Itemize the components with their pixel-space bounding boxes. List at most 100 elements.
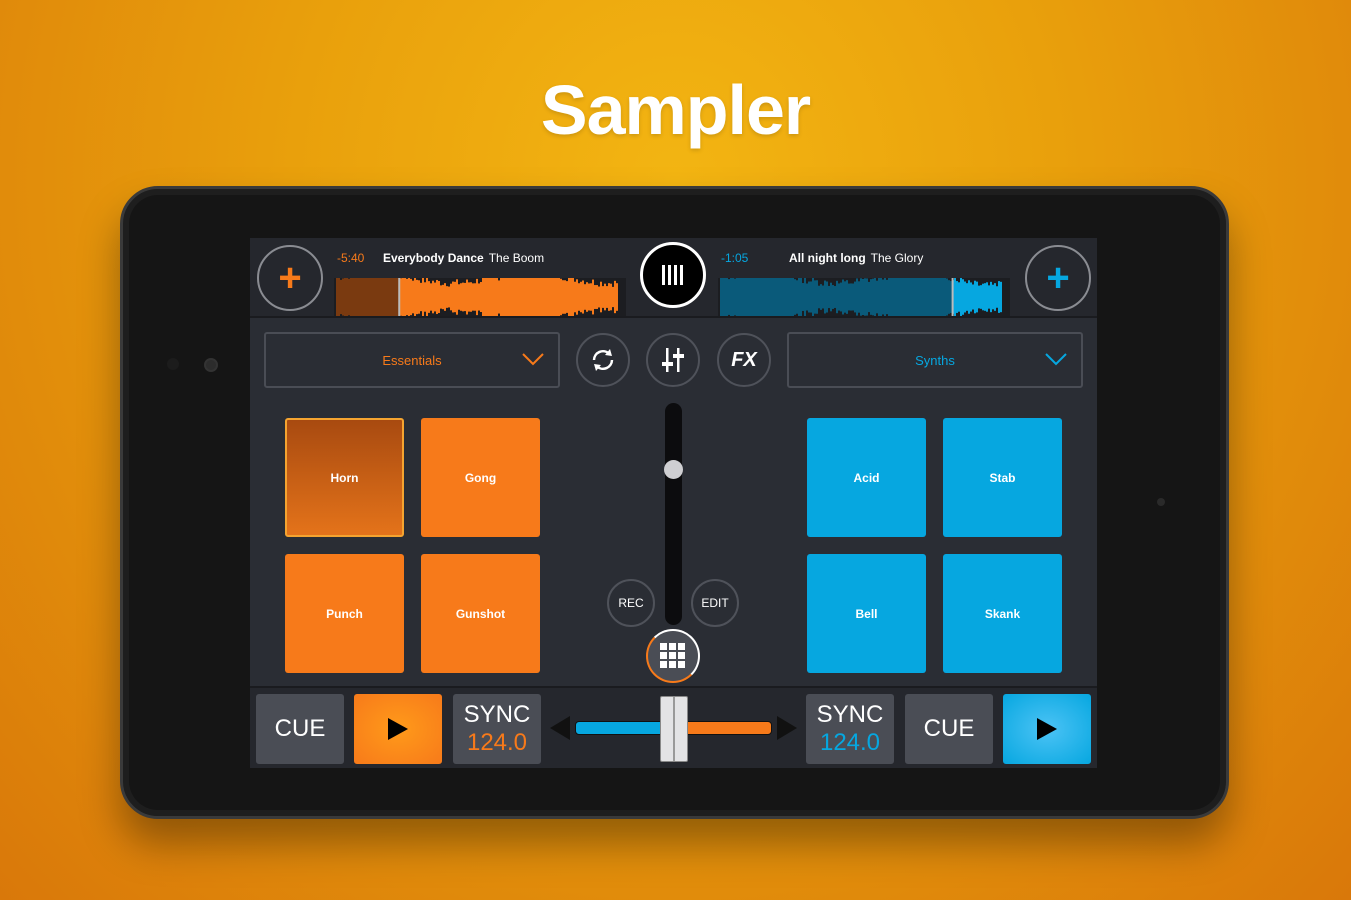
waveform-bar	[960, 278, 962, 316]
waveform-bar	[394, 278, 396, 316]
deck-a-bank-label: Essentials	[382, 352, 442, 368]
deck-a-waveform[interactable]	[334, 278, 626, 316]
waveform-bar	[998, 281, 1000, 313]
deck-a-cue-button[interactable]: CUE	[256, 694, 344, 764]
pad-acid[interactable]: Acid	[807, 418, 926, 537]
waveform-bar	[410, 278, 412, 316]
waveform-bar	[922, 278, 924, 316]
waveform-bar	[990, 281, 992, 313]
waveform-bar	[730, 278, 732, 316]
playhead[interactable]	[951, 278, 954, 316]
waveform-bar	[530, 278, 532, 316]
volume-slider-handle[interactable]	[664, 459, 683, 479]
pad-bell[interactable]: Bell	[807, 554, 926, 673]
deck-a-play-button[interactable]	[354, 694, 442, 764]
deck-b-bank-dropdown[interactable]: Synths	[787, 332, 1083, 388]
waveform-bar	[406, 278, 408, 316]
chevron-down-icon	[1045, 353, 1067, 366]
pad-stab[interactable]: Stab	[943, 418, 1062, 537]
waveform-bar	[994, 283, 996, 311]
waveform-bar	[400, 278, 402, 316]
waveform-bar	[388, 278, 390, 316]
waveform-bar	[836, 280, 838, 314]
waveform-bar	[846, 280, 848, 314]
deck-b-track: All night long The Glory	[789, 251, 923, 265]
nudge-right-icon[interactable]	[777, 716, 797, 740]
waveform-bar	[610, 283, 612, 311]
waveform-bar	[872, 278, 874, 316]
waveform-bar	[478, 283, 480, 311]
fx-button[interactable]: FX	[717, 333, 771, 387]
waveform-bar	[802, 283, 804, 311]
waveform-bar	[382, 278, 384, 316]
waveform-bar	[1000, 281, 1002, 313]
deck-b-play-button[interactable]	[1003, 694, 1091, 764]
waveform-bar	[380, 278, 382, 316]
waveform-bar	[912, 278, 914, 316]
waveform-bar	[904, 278, 906, 316]
crossfader-handle[interactable]	[659, 696, 688, 762]
waveform-bar	[508, 278, 510, 316]
waveform-bar	[888, 278, 890, 316]
pad-skank[interactable]: Skank	[943, 554, 1062, 673]
edit-button[interactable]: EDIT	[691, 579, 739, 627]
playhead[interactable]	[398, 278, 401, 316]
deck-a-load-button[interactable]: +	[257, 245, 323, 311]
waveform-bar	[890, 278, 892, 316]
waveform-bar	[780, 278, 782, 316]
sampler-volume-slider[interactable]	[665, 403, 682, 625]
waveform-bar	[600, 281, 602, 313]
mixer-button[interactable]	[646, 333, 700, 387]
waveform-bar	[578, 283, 580, 311]
deck-a-bank-dropdown[interactable]: Essentials	[264, 332, 560, 388]
waveform-bar	[738, 278, 740, 316]
waveform-bar	[808, 281, 810, 313]
waveform-bar	[534, 278, 536, 316]
deck-a-sync-button[interactable]: SYNC 124.0	[453, 694, 541, 764]
waveform-bar	[420, 282, 422, 312]
deck-b-sync-button[interactable]: SYNC 124.0	[806, 694, 894, 764]
deck-b-cue-button[interactable]: CUE	[905, 694, 993, 764]
waveform-bar	[766, 278, 768, 316]
waveform-bar	[430, 283, 432, 311]
waveform-bar	[794, 279, 796, 315]
deck-b-load-button[interactable]: +	[1025, 245, 1091, 311]
waveform-bar	[788, 278, 790, 316]
waveform-bar	[746, 278, 748, 316]
waveform-bar	[390, 278, 392, 316]
waveform-bar	[850, 283, 852, 311]
waveform-bar	[966, 283, 968, 311]
waveform-bar	[816, 280, 818, 314]
waveform-bar	[974, 280, 976, 314]
waveform-bar	[988, 285, 990, 309]
waveform-bar	[918, 278, 920, 316]
pad-punch[interactable]: Punch	[285, 554, 404, 673]
waveform-bar	[814, 280, 816, 314]
pad-horn[interactable]: Horn	[285, 418, 404, 537]
waveform-bar	[744, 278, 746, 316]
pad-gong[interactable]: Gong	[421, 418, 540, 537]
waveform-bar	[466, 279, 468, 315]
waveform-bar	[856, 278, 858, 316]
waveform-bar	[582, 280, 584, 314]
sampler-grid-button[interactable]	[646, 629, 700, 683]
sync-loop-button[interactable]	[576, 333, 630, 387]
waveform-bar	[524, 278, 526, 316]
nudge-left-icon[interactable]	[550, 716, 570, 740]
deck-b-waveform[interactable]	[718, 278, 1010, 316]
waveform-bar	[866, 278, 868, 316]
waveform-bar	[782, 278, 784, 316]
waveform-bar	[822, 285, 824, 309]
waveform-bar	[968, 280, 970, 314]
waveform-bar	[932, 278, 934, 316]
waveform-bar	[590, 283, 592, 311]
waveform-bar	[944, 278, 946, 316]
center-logo-button[interactable]	[640, 242, 706, 308]
waveform-bar	[440, 285, 442, 309]
waveform-bar	[412, 280, 414, 314]
pad-gunshot[interactable]: Gunshot	[421, 554, 540, 673]
rec-button[interactable]: REC	[607, 579, 655, 627]
waveform-bar	[372, 278, 374, 316]
waveform-bar	[842, 279, 844, 315]
waveform-bar	[402, 278, 404, 316]
